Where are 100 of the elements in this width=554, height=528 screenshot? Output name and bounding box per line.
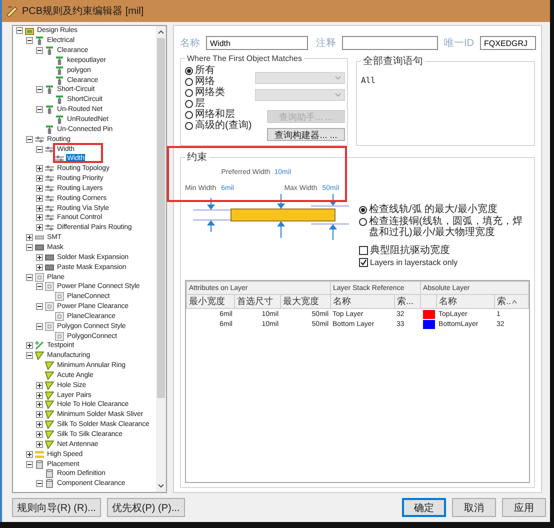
collapse-icon[interactable] <box>36 86 43 94</box>
expand-icon[interactable] <box>26 342 33 350</box>
expand-icon[interactable] <box>36 194 43 202</box>
expand-icon[interactable] <box>36 440 43 448</box>
group-title: Where The First Object Matches <box>186 54 303 63</box>
group-title: 约束 <box>186 150 208 164</box>
column-header[interactable]: 最小宽度 <box>186 294 234 308</box>
rule-icon <box>45 184 54 193</box>
column-header[interactable]: 首选尺寸 <box>234 294 280 308</box>
radio-label[interactable]: 层 <box>195 98 205 109</box>
column-header[interactable]: 名称 <box>436 294 495 308</box>
rule-icon <box>45 144 54 154</box>
collapse-icon[interactable] <box>16 27 23 34</box>
collapse-icon[interactable] <box>36 283 43 290</box>
field-label: 唯一ID <box>444 36 474 50</box>
name-field[interactable]: Width <box>206 36 308 50</box>
checkbox-label[interactable]: 典型阻抗驱动宽度 <box>370 245 450 256</box>
radio-button[interactable] <box>185 66 193 74</box>
expand-icon[interactable] <box>26 234 33 242</box>
rule-icon <box>55 66 64 75</box>
column-header[interactable]: 索.. <box>494 294 529 308</box>
collapse-icon[interactable] <box>36 146 43 153</box>
rule-icon <box>45 194 54 203</box>
collapse-icon[interactable] <box>36 322 43 330</box>
radio-label[interactable]: 所有 <box>195 65 215 76</box>
expand-icon[interactable] <box>36 411 43 418</box>
scrollbar[interactable] <box>156 26 166 492</box>
expand-icon[interactable] <box>36 224 43 232</box>
radio-label[interactable]: 网络类 <box>195 87 225 98</box>
rule-icon <box>35 450 44 459</box>
rule-icon <box>45 124 54 134</box>
rule-icon <box>45 213 54 222</box>
expand-icon[interactable] <box>36 431 43 438</box>
collapse-icon[interactable] <box>36 480 43 488</box>
query-button[interactable]: 查询构建器... ... <box>267 128 345 141</box>
radio-button[interactable] <box>185 110 193 118</box>
expand-icon[interactable] <box>36 421 43 428</box>
expand-icon[interactable] <box>36 184 43 192</box>
expand-icon[interactable] <box>36 165 43 172</box>
radio-button[interactable] <box>185 122 193 130</box>
query-text: All <box>361 76 376 85</box>
checkbox-label[interactable]: Layers in layerstack only <box>370 257 458 268</box>
column-header[interactable]: 名称 <box>330 294 395 308</box>
footer-button[interactable]: 取消 <box>452 498 496 517</box>
expand-icon[interactable] <box>36 175 43 182</box>
collapse-icon[interactable] <box>36 303 43 310</box>
radio-label[interactable]: 检查连接铜(线轨，圆弧，填充，焊盘和过孔)最小/最大物理宽度 <box>369 216 530 238</box>
collapse-icon[interactable] <box>26 136 33 143</box>
collapse-icon[interactable] <box>26 274 33 281</box>
expand-icon[interactable] <box>36 254 43 261</box>
radio-label[interactable]: 网络 <box>195 76 215 87</box>
radio-button[interactable] <box>185 88 193 96</box>
rule-icon <box>45 174 54 184</box>
column-header[interactable]: 最大宽度 <box>280 294 331 308</box>
radio-button[interactable] <box>185 100 193 108</box>
checkbox[interactable] <box>359 246 368 255</box>
collapse-icon[interactable] <box>26 460 33 468</box>
radio-button[interactable] <box>359 206 367 214</box>
rule-icon <box>35 134 44 144</box>
comment-field[interactable] <box>342 36 438 50</box>
annotation-frame <box>53 143 103 163</box>
ruler-pencil-icon <box>6 5 18 17</box>
rule-icon <box>55 154 64 164</box>
footer-button[interactable]: 优先权(P) (P)... <box>106 498 185 517</box>
expand-icon[interactable] <box>36 204 43 212</box>
rule-icon <box>35 341 44 350</box>
group-title: 全部查询语句 <box>362 54 424 68</box>
expand-icon[interactable] <box>36 382 43 389</box>
window-title: PCB规则及约束编辑器 [mil] <box>22 4 144 18</box>
radio-label[interactable]: 检查线轨/弧 的最大/最小宽度 <box>369 204 498 215</box>
radio-button[interactable] <box>185 78 193 86</box>
footer-button[interactable]: 规则向导(R) (R)... <box>12 498 101 517</box>
collapse-icon[interactable] <box>36 106 43 114</box>
rule-icon <box>45 85 54 94</box>
collapse-icon[interactable] <box>26 37 33 44</box>
sort-ascending-icon <box>512 300 518 304</box>
expand-icon[interactable] <box>36 264 43 271</box>
radio-label[interactable]: 网络和层 <box>195 109 235 120</box>
collapse-icon[interactable] <box>26 352 33 360</box>
scroll-down-icon[interactable] <box>157 482 165 490</box>
id-field[interactable]: FQXEDGRJ <box>480 36 536 50</box>
expand-icon[interactable] <box>26 450 33 458</box>
expand-icon[interactable] <box>36 392 43 399</box>
rule-icon <box>45 204 54 213</box>
expand-icon[interactable] <box>36 214 43 222</box>
footer-button[interactable]: 应用 <box>502 498 546 517</box>
rule-icon <box>55 56 64 65</box>
scroll-up-icon[interactable] <box>157 28 165 36</box>
chevron-icon <box>335 76 341 80</box>
rule-icon <box>45 164 54 174</box>
expand-icon[interactable] <box>36 401 43 408</box>
chevron-icon <box>335 93 341 97</box>
checkbox[interactable] <box>359 258 368 267</box>
collapse-icon[interactable] <box>26 244 33 251</box>
collapse-icon[interactable] <box>36 47 43 54</box>
field-label: 注释 <box>316 36 336 50</box>
radio-label[interactable]: 高级的(查询) <box>195 120 252 131</box>
field-label: 名称 <box>180 37 200 50</box>
radio-button[interactable] <box>359 218 367 226</box>
footer-button[interactable]: 确定 <box>402 498 446 517</box>
